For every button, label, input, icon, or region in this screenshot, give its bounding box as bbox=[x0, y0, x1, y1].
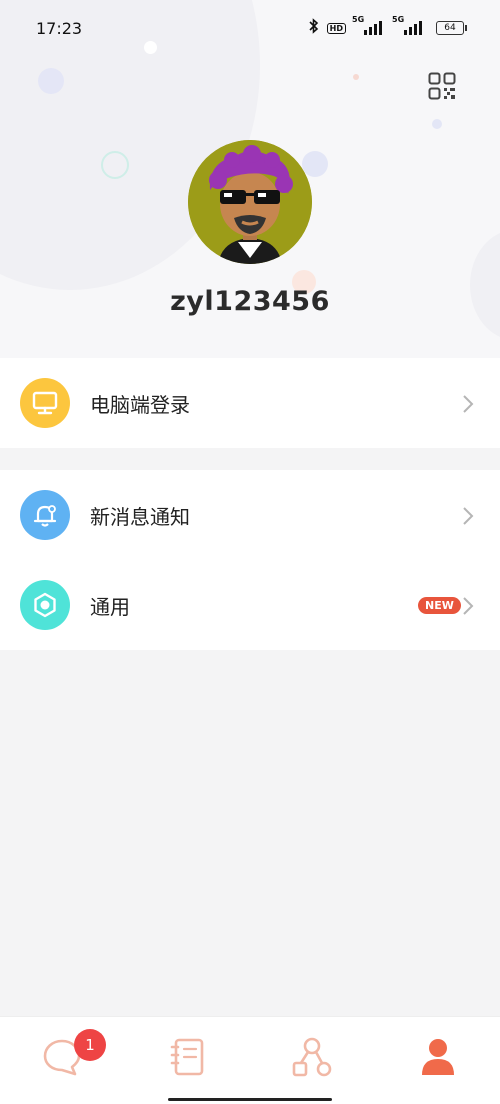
hd-voice-icon: HD bbox=[326, 22, 346, 34]
decorative-dot bbox=[38, 68, 64, 94]
pc-login-card: 电脑端登录 bbox=[0, 358, 500, 448]
chevron-right-icon bbox=[462, 596, 474, 616]
menu-item-pc-login[interactable]: 电脑端登录 bbox=[0, 358, 500, 448]
bluetooth-icon bbox=[309, 18, 319, 38]
decorative-blob bbox=[470, 230, 500, 340]
bell-icon bbox=[20, 490, 70, 540]
menu-item-label: 通用 bbox=[90, 594, 130, 619]
unread-badge: 1 bbox=[74, 1029, 106, 1061]
decorative-dot bbox=[432, 119, 442, 129]
monitor-icon bbox=[20, 378, 70, 428]
status-icons: HD 5G 5G 64 bbox=[309, 15, 467, 38]
home-indicator bbox=[168, 1098, 332, 1101]
avatar[interactable] bbox=[188, 140, 312, 264]
qr-code-icon[interactable] bbox=[428, 72, 456, 100]
tab-profile[interactable] bbox=[416, 1035, 460, 1079]
chevron-right-icon bbox=[462, 506, 474, 526]
org-structure-icon bbox=[292, 1037, 332, 1077]
decorative-dot bbox=[353, 74, 359, 80]
menu-item-general[interactable]: 通用 NEW bbox=[0, 560, 500, 650]
menu-item-label: 新消息通知 bbox=[90, 504, 190, 529]
menu-item-notifications[interactable]: 新消息通知 bbox=[0, 470, 500, 560]
chevron-right-icon bbox=[462, 394, 474, 414]
battery-icon: 64 bbox=[436, 21, 467, 35]
status-time: 17:23 bbox=[36, 18, 83, 38]
settings-card: 新消息通知 通用 NEW bbox=[0, 470, 500, 650]
status-bar: 17:23 HD 5G 5G 64 bbox=[0, 0, 500, 56]
notebook-icon bbox=[170, 1038, 204, 1076]
tab-notebook[interactable] bbox=[166, 1035, 210, 1079]
username: zyl123456 bbox=[170, 286, 330, 317]
gear-icon bbox=[20, 580, 70, 630]
person-icon bbox=[422, 1039, 454, 1075]
new-badge: NEW bbox=[418, 597, 461, 614]
tab-organization[interactable] bbox=[290, 1035, 334, 1079]
decorative-dot bbox=[101, 151, 129, 179]
signal-icon: 5G bbox=[392, 15, 422, 35]
decorative-dot bbox=[302, 151, 328, 177]
signal-icon: 5G bbox=[352, 15, 382, 35]
menu-item-label: 电脑端登录 bbox=[90, 392, 190, 417]
bottom-tab-bar: 1 bbox=[0, 1016, 500, 1104]
